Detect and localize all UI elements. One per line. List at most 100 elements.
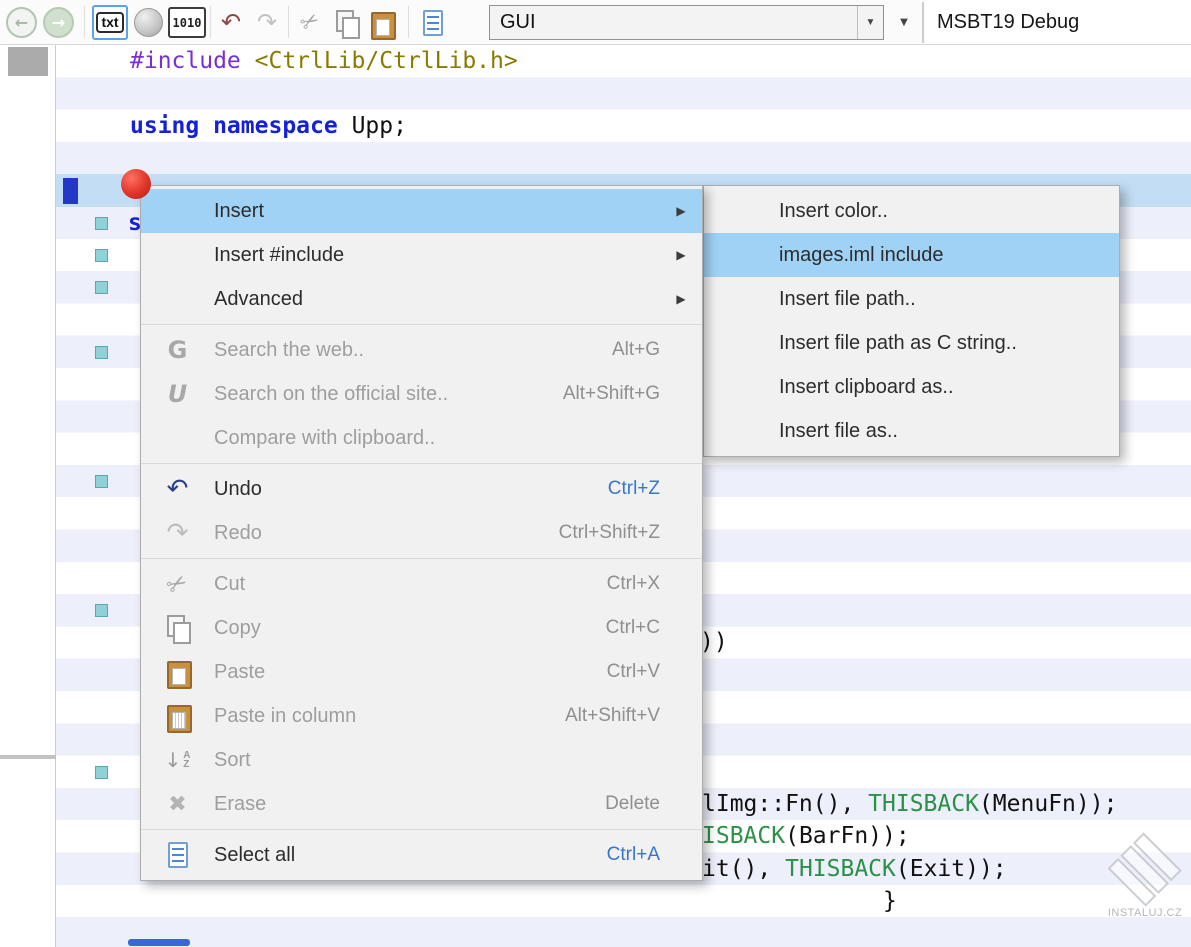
code-line-close-brace: }	[883, 888, 897, 914]
copy-button[interactable]	[330, 8, 364, 39]
icon-slot: ↷	[141, 518, 214, 548]
code-line-exit: it(), THISBACK(Exit));	[702, 856, 1007, 882]
menu-separator	[141, 463, 702, 464]
submenu-item-insert-file-as[interactable]: Insert file as..	[704, 409, 1119, 453]
menu-item-undo[interactable]: ↶ Undo Ctrl+Z	[141, 467, 702, 511]
navigate-back-button[interactable]: ←	[6, 7, 37, 38]
submenu-item-insert-clipboard-as[interactable]: Insert clipboard as..	[704, 365, 1119, 409]
undo-button[interactable]: ↶	[214, 6, 248, 38]
navigate-forward-button[interactable]: →	[43, 7, 74, 38]
edit-as-hex-button[interactable]: 1010	[168, 7, 206, 38]
cut-button[interactable]: ✂	[287, 0, 332, 44]
edited-line-marker	[95, 475, 108, 488]
menu-item-compare-clipboard[interactable]: Compare with clipboard..	[141, 416, 702, 460]
panel-splitter[interactable]	[0, 755, 56, 759]
menu-item-paste[interactable]: Paste Ctrl+V	[141, 650, 702, 694]
code-line-parens: ))	[700, 629, 728, 655]
menu-item-advanced[interactable]: Advanced ▶	[141, 277, 702, 321]
submenu-arrow-icon: ▶	[676, 248, 686, 262]
document-icon	[167, 842, 188, 868]
menu-item-select-all[interactable]: Select all Ctrl+A	[141, 833, 702, 877]
icon-slot: ✂	[141, 567, 214, 601]
edit-as-text-button[interactable]: txt	[92, 5, 128, 40]
menu-item-label: Select all	[214, 843, 296, 866]
icon-slot: ✖	[141, 792, 214, 817]
redo-icon: ↷	[166, 518, 189, 548]
copy-icon	[336, 10, 360, 39]
menu-item-label: Cut	[214, 572, 246, 595]
menu-separator	[141, 829, 702, 830]
paste-button[interactable]	[365, 7, 399, 40]
toolbar-separator	[210, 6, 211, 38]
submenu-arrow-icon: ▶	[676, 292, 686, 306]
chevron-down-icon[interactable]: ▼	[857, 6, 883, 39]
menu-item-label: Insert file path as C string..	[779, 331, 1017, 354]
menu-item-search-official[interactable]: U Search on the official site.. Alt+Shif…	[141, 372, 702, 416]
icon-slot	[141, 615, 214, 644]
main-package-combo[interactable]: GUI ▼	[489, 5, 884, 40]
menu-item-search-web[interactable]: G Search the web.. Alt+G	[141, 328, 702, 372]
menu-item-erase[interactable]: ✖ Erase Delete	[141, 782, 702, 826]
undo-icon: ↶	[220, 8, 242, 36]
menu-item-redo[interactable]: ↷ Redo Ctrl+Shift+Z	[141, 511, 702, 555]
submenu-item-insert-file-path-c-string[interactable]: Insert file path as C string..	[704, 321, 1119, 365]
menu-item-label: Insert clipboard as..	[779, 375, 954, 398]
menu-shortcut: Ctrl+Shift+Z	[558, 522, 660, 543]
code-line-menu-set: lImg::Fn(), THISBACK(MenuFn));	[702, 791, 1118, 817]
sort-icon: ↓ AZ	[164, 748, 191, 772]
undo-icon: ↶	[166, 474, 189, 504]
menu-item-label: Insert	[214, 199, 265, 222]
build-method-selector[interactable]: MSBT19 Debug	[925, 0, 1191, 44]
scrollbar-thumb[interactable]	[128, 939, 190, 946]
code-line-include: #include <CtrlLib/CtrlLib.h>	[130, 48, 518, 74]
menu-shortcut: Alt+Shift+V	[564, 705, 660, 726]
edited-line-marker	[95, 249, 108, 262]
globe-icon[interactable]	[134, 8, 163, 37]
redo-icon: ↷	[256, 8, 278, 36]
build-method-label: MSBT19 Debug	[937, 10, 1080, 33]
icon-slot	[141, 659, 214, 689]
toolbar-separator	[922, 2, 924, 43]
cut-icon: ✂	[295, 6, 325, 38]
editor-context-menu: Insert ▶ Insert #include ▶ Advanced ▶ G …	[140, 185, 703, 881]
menu-shortcut: Ctrl+A	[606, 844, 660, 865]
menu-item-label: Redo	[214, 521, 262, 544]
edited-line-marker	[95, 604, 108, 617]
forward-arrow-icon: →	[51, 13, 66, 32]
menu-item-insert-include[interactable]: Insert #include ▶	[141, 233, 702, 277]
edited-line-marker	[95, 281, 108, 294]
menu-item-label: Search on the official site..	[214, 382, 449, 405]
paste-icon	[371, 10, 396, 40]
redo-button[interactable]: ↷	[250, 6, 284, 38]
menu-shortcut: Alt+Shift+G	[562, 383, 660, 404]
menu-item-label: Erase	[214, 792, 267, 815]
icon-slot: ↓ AZ	[141, 748, 214, 772]
edited-line-marker	[95, 766, 108, 779]
insert-submenu: Insert color.. images.iml include Insert…	[703, 185, 1120, 457]
menu-item-label: Advanced	[214, 287, 303, 310]
document-icon	[423, 10, 443, 36]
submenu-item-images-iml-include[interactable]: images.iml include	[704, 233, 1119, 277]
submenu-item-insert-color[interactable]: Insert color..	[704, 189, 1119, 233]
workspace-side-panel	[0, 45, 56, 947]
breakpoint-icon[interactable]	[121, 169, 151, 199]
menu-item-label: Insert file path..	[779, 287, 916, 310]
binary-icon: 1010	[172, 15, 202, 30]
menu-item-paste-in-column[interactable]: Paste in column Alt+Shift+V	[141, 694, 702, 738]
ide-window: ← → txt 1010 ↶ ↷ ✂ GUI ▼ ▼ MSBT19 Debug …	[0, 0, 1191, 947]
menu-shortcut: Ctrl+C	[605, 617, 660, 638]
toolbar-separator	[288, 6, 289, 38]
back-arrow-icon: ←	[14, 13, 29, 32]
menu-item-cut[interactable]: ✂ Cut Ctrl+X	[141, 562, 702, 606]
menu-shortcut: Ctrl+X	[606, 573, 660, 594]
toolbar-separator	[84, 6, 85, 38]
menu-item-insert[interactable]: Insert ▶	[141, 189, 702, 233]
select-all-button[interactable]	[416, 8, 450, 38]
submenu-item-insert-file-path[interactable]: Insert file path..	[704, 277, 1119, 321]
menu-item-label: Paste	[214, 660, 266, 683]
menu-item-sort[interactable]: ↓ AZ Sort	[141, 738, 702, 782]
package-dropdown-button[interactable]: ▼	[890, 5, 918, 40]
icon-slot: G	[141, 336, 214, 364]
paste-icon	[166, 659, 192, 689]
menu-item-copy[interactable]: Copy Ctrl+C	[141, 606, 702, 650]
